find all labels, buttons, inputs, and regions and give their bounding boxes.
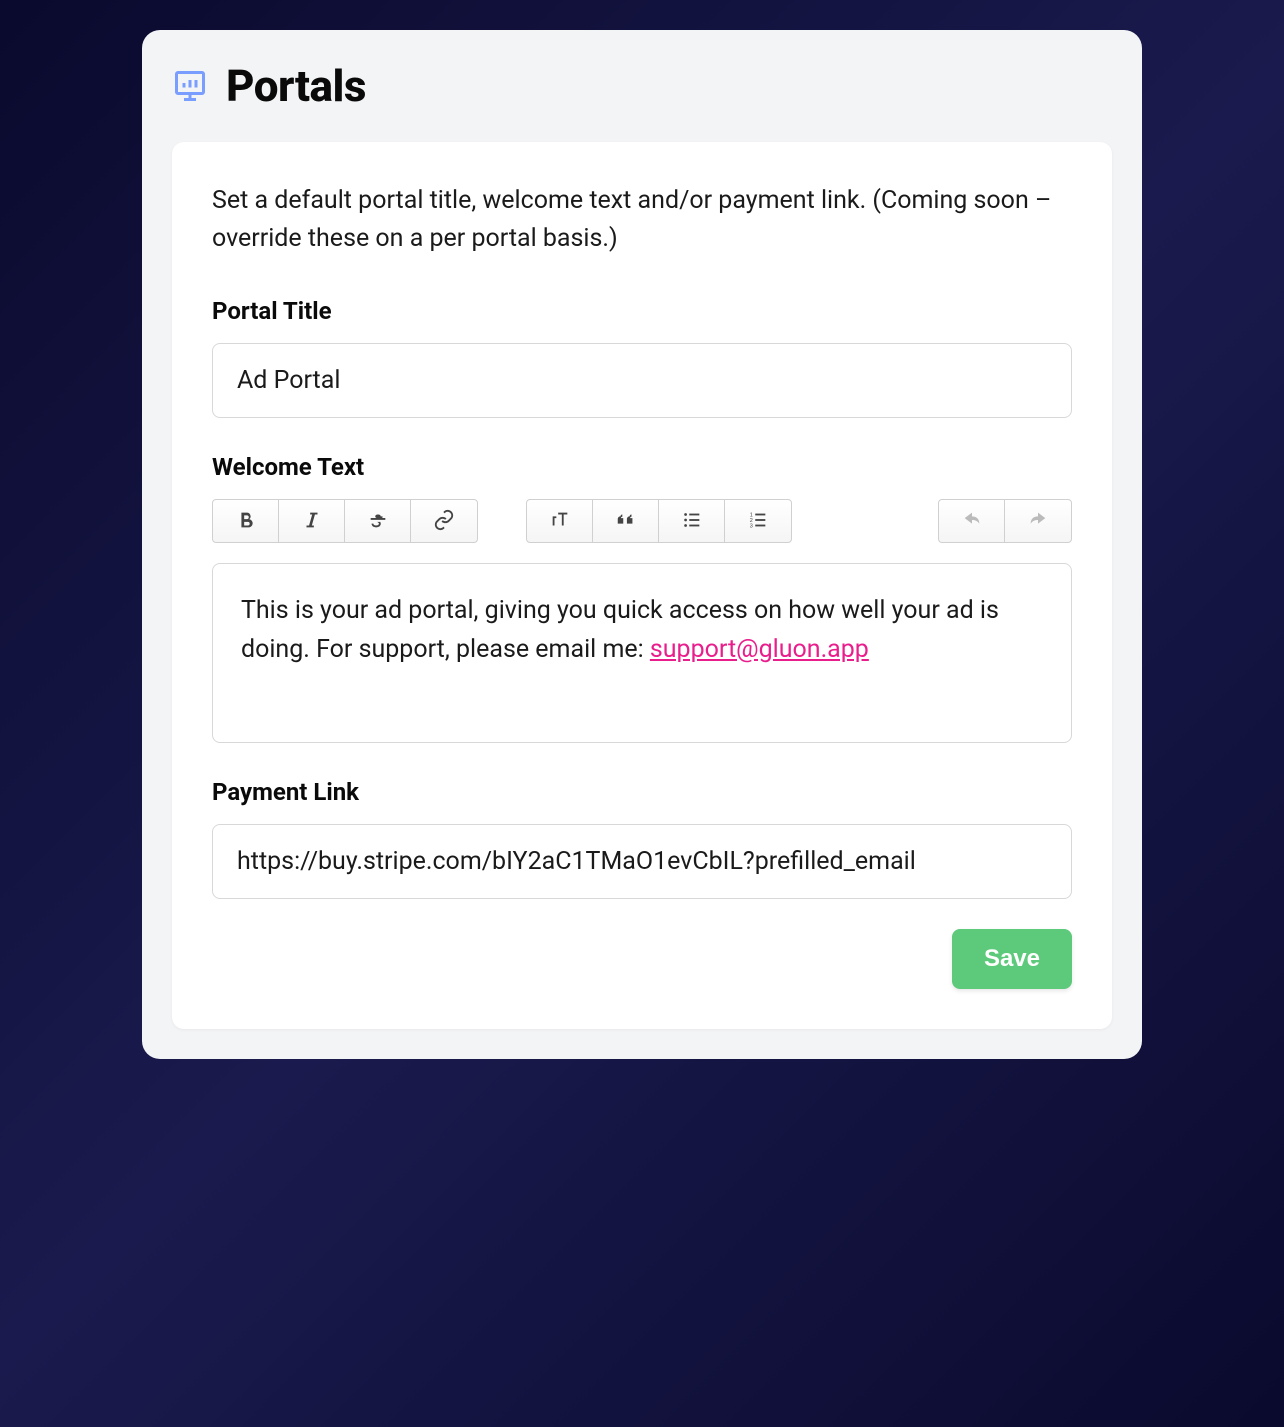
bold-button[interactable]	[213, 500, 279, 542]
welcome-text-label: Welcome Text	[212, 453, 1072, 481]
italic-button[interactable]	[279, 500, 345, 542]
redo-icon	[1027, 509, 1049, 534]
payment-link-input[interactable]	[212, 824, 1072, 899]
italic-icon	[301, 509, 323, 534]
save-button[interactable]: Save	[952, 929, 1072, 989]
welcome-text-editor[interactable]: This is your ad portal, giving you quick…	[212, 563, 1072, 743]
bullet-list-button[interactable]	[659, 500, 725, 542]
welcome-text-body: This is your ad portal, giving you quick…	[241, 596, 999, 664]
quote-button[interactable]	[593, 500, 659, 542]
strike-button[interactable]	[345, 500, 411, 542]
settings-card: Set a default portal title, welcome text…	[172, 142, 1112, 1029]
actions-row: Save	[212, 929, 1072, 989]
portal-title-input[interactable]	[212, 343, 1072, 418]
heading-icon	[549, 509, 571, 534]
undo-icon	[961, 509, 983, 534]
toolbar-group-block: 123	[526, 499, 792, 543]
undo-button[interactable]	[939, 500, 1005, 542]
strike-icon	[367, 509, 389, 534]
bullet-list-icon	[681, 509, 703, 534]
presentation-chart-icon	[172, 68, 208, 104]
svg-text:3: 3	[750, 523, 753, 529]
portal-title-label: Portal Title	[212, 297, 1072, 325]
toolbar-group-history	[938, 499, 1072, 543]
editor-toolbar: 123	[212, 499, 1072, 543]
page-header: Portals	[172, 60, 1112, 112]
description-text: Set a default portal title, welcome text…	[212, 182, 1072, 257]
link-icon	[433, 509, 455, 534]
welcome-text-link[interactable]: support@gluon.app	[650, 635, 869, 664]
number-list-icon: 123	[747, 509, 769, 534]
redo-button[interactable]	[1005, 500, 1071, 542]
link-button[interactable]	[411, 500, 477, 542]
toolbar-group-format	[212, 499, 478, 543]
heading-button[interactable]	[527, 500, 593, 542]
number-list-button[interactable]: 123	[725, 500, 791, 542]
payment-link-label: Payment Link	[212, 778, 1072, 806]
page-card: Portals Set a default portal title, welc…	[142, 30, 1142, 1059]
bold-icon	[235, 509, 257, 534]
page-title: Portals	[226, 60, 366, 112]
quote-icon	[615, 509, 637, 534]
